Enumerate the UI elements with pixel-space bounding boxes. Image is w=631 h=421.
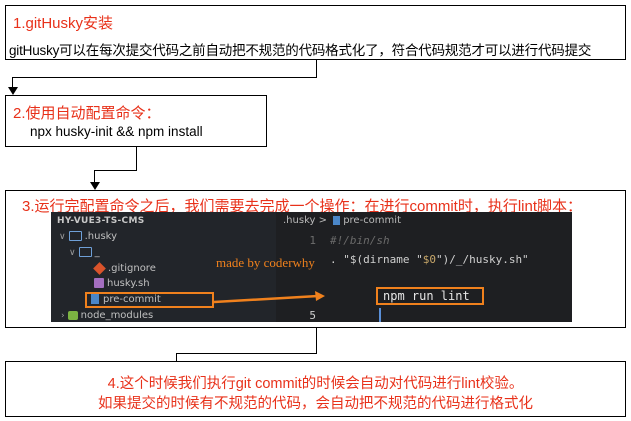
connector-3-drop bbox=[176, 353, 177, 361]
orange-arrowhead bbox=[315, 291, 325, 301]
step4-box: 4.这个时候我们执行git commit的时候会自动对代码进行lint校验。 如… bbox=[5, 361, 626, 417]
orange-arrow bbox=[213, 291, 325, 304]
connector-3-horizontal bbox=[176, 353, 317, 354]
step4-line2: 如果提交的时候有不规范的代码，会自动把不规范的代码进行格式化 bbox=[98, 396, 533, 412]
connector-3-vertical bbox=[316, 328, 317, 354]
orange-arrow-shaft bbox=[213, 294, 319, 304]
step4-line1: 4.这个时候我们执行git commit的时候会自动对代码进行lint校验。 bbox=[107, 376, 524, 392]
